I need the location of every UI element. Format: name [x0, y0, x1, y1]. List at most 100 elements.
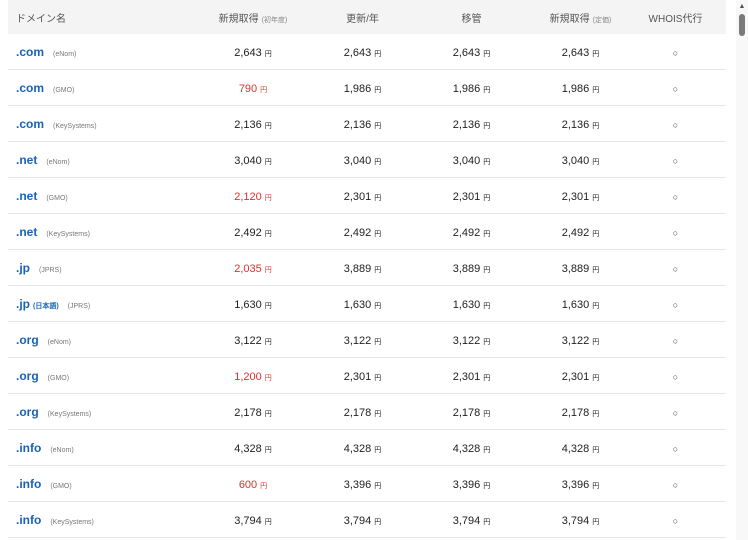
renew-price: 2,492 円 — [344, 227, 382, 239]
transfer-cell: 2,136 円 — [417, 115, 526, 133]
domain-cell: .com (KeySystems) — [8, 115, 198, 133]
tld-link[interactable]: .com — [16, 45, 44, 59]
new-first-cell: 3,122 円 — [198, 331, 308, 349]
new-regular-cell: 1,986 円 — [526, 79, 635, 97]
tld-link[interactable]: .info — [16, 477, 41, 491]
renew-cell: 3,122 円 — [308, 331, 417, 349]
renew-cell: 3,794 円 — [308, 511, 417, 529]
tld-link[interactable]: .jp — [16, 261, 30, 275]
price-value: 4,328 — [452, 442, 481, 455]
vertical-scrollbar[interactable]: ▲ — [736, 0, 748, 540]
tld-tag: (日本語) — [33, 302, 59, 310]
tld-link[interactable]: .info — [16, 441, 41, 455]
table-row: .jp (JPRS) 2,035 円 3,889 円 3,889 円 3,889 円 ○ — [8, 250, 726, 286]
whois-cell: ○ — [635, 439, 716, 457]
domain-price-table: ドメイン名 新規取得 (初年度) 更新/年 移管 新規取得 (定価) WHOIS代行… — [8, 0, 726, 540]
renew-price: 3,122 円 — [344, 335, 382, 347]
price-value: 2,136 — [234, 118, 262, 131]
yen-unit: 円 — [592, 410, 600, 418]
new-first-cell: 2,492 円 — [198, 223, 308, 241]
tld-link[interactable]: .net — [16, 225, 37, 239]
domain-cell: .net (KeySystems) — [8, 223, 198, 241]
whois-available-icon: ○ — [672, 371, 679, 382]
renew-price: 3,040 円 — [344, 155, 382, 167]
yen-unit: 円 — [592, 122, 600, 130]
transfer-price: 1,630 円 — [453, 299, 491, 311]
whois-available-icon: ○ — [672, 263, 679, 274]
whois-cell: ○ — [635, 115, 716, 133]
new-first-price: 1,200 円 — [234, 371, 272, 383]
table-row: .info (eNom) 4,328 円 4,328 円 4,328 円 4,328 円 ○ — [8, 430, 726, 466]
renew-price: 1,986 円 — [344, 83, 382, 95]
whois-cell: ○ — [635, 331, 716, 349]
tld-link[interactable]: .net — [16, 153, 37, 167]
new-first-cell: 3,040 円 — [198, 151, 308, 169]
yen-unit: 円 — [260, 86, 268, 94]
new-first-price: 3,794 円 — [234, 515, 272, 527]
header-new-regular: 新規取得 (定価) — [526, 10, 635, 25]
transfer-price: 2,136 円 — [453, 119, 491, 131]
tld-link[interactable]: .org — [16, 369, 39, 383]
yen-unit: 円 — [592, 86, 600, 94]
tld-link[interactable]: .com — [16, 117, 44, 131]
price-value: 2,301 — [452, 370, 481, 383]
header-whois-label: WHOIS代行 — [648, 13, 703, 25]
price-value: 3,122 — [234, 334, 262, 347]
price-value: 4,328 — [343, 442, 372, 455]
whois-available-icon: ○ — [672, 299, 679, 310]
yen-unit: 円 — [483, 374, 491, 382]
tld-link[interactable]: .jp — [16, 297, 30, 311]
yen-unit: 円 — [264, 230, 272, 238]
table-row: .com (KeySystems) 2,136 円 2,136 円 2,136 円 2,136 円… — [8, 106, 726, 142]
scrollbar-thumb[interactable] — [739, 14, 745, 36]
yen-unit: 円 — [592, 50, 600, 58]
transfer-cell: 4,328 円 — [417, 439, 526, 457]
whois-available-icon: ○ — [672, 47, 679, 58]
renew-cell: 3,040 円 — [308, 151, 417, 169]
price-value: 3,794 — [452, 514, 481, 527]
registrar-label: (JPRS) — [67, 302, 91, 310]
domain-cell: .jp (日本語) (JPRS) — [8, 295, 198, 313]
renew-price: 4,328 円 — [344, 443, 382, 455]
price-value: 790 — [238, 82, 258, 95]
price-value: 3,794 — [343, 514, 372, 527]
renew-cell: 2,136 円 — [308, 115, 417, 133]
new-regular-cell: 2,643 円 — [526, 43, 635, 61]
registrar-label: (KeySystems) — [53, 122, 97, 130]
table-row: .net (eNom) 3,040 円 3,040 円 3,040 円 3,040 円 ○ — [8, 142, 726, 178]
whois-cell: ○ — [635, 151, 716, 169]
renew-cell: 2,492 円 — [308, 223, 417, 241]
yen-unit: 円 — [264, 122, 272, 130]
new-first-cell: 1,630 円 — [198, 295, 308, 313]
yen-unit: 円 — [483, 86, 491, 94]
yen-unit: 円 — [592, 266, 600, 274]
tld-link[interactable]: .org — [16, 405, 39, 419]
domain-cell: .info (eNom) — [8, 439, 198, 457]
transfer-cell: 3,122 円 — [417, 331, 526, 349]
price-value: 4,328 — [234, 442, 262, 455]
price-value: 2,136 — [561, 118, 590, 131]
price-value: 2,301 — [452, 190, 481, 203]
tld-link[interactable]: .org — [16, 333, 39, 347]
tld-link[interactable]: .com — [16, 81, 44, 95]
renew-cell: 4,328 円 — [308, 439, 417, 457]
price-value: 1,630 — [234, 298, 262, 311]
price-value: 2,301 — [561, 190, 590, 203]
registrar-label: (GMO) — [50, 482, 72, 490]
new-first-price: 2,136 円 — [234, 119, 272, 131]
price-table-frame: ドメイン名 新規取得 (初年度) 更新/年 移管 新規取得 (定価) WHOIS代行… — [0, 0, 748, 540]
scroll-up-arrow-icon[interactable]: ▲ — [736, 2, 748, 12]
price-value: 600 — [238, 478, 258, 491]
registrar-label: (GMO) — [46, 194, 68, 202]
yen-unit: 円 — [483, 194, 491, 202]
tld-link[interactable]: .net — [16, 189, 37, 203]
tld-link[interactable]: .info — [16, 513, 41, 527]
new-first-cell: 790 円 — [198, 79, 308, 97]
registrar-label: (eNom) — [53, 50, 77, 58]
transfer-cell: 3,794 円 — [417, 511, 526, 529]
renew-price: 2,178 円 — [344, 407, 382, 419]
registrar-label: (JPRS) — [39, 266, 62, 274]
new-first-cell: 4,328 円 — [198, 439, 308, 457]
new-first-price: 600 円 — [239, 479, 267, 491]
new-regular-cell: 3,122 円 — [526, 331, 635, 349]
